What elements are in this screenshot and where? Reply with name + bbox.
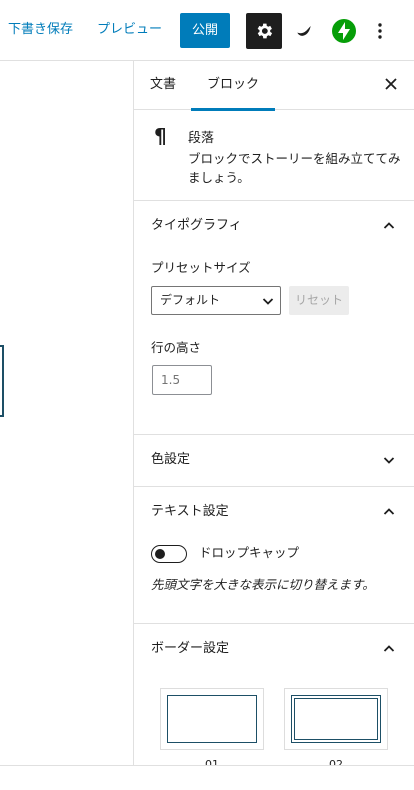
jetpack-button[interactable]	[326, 13, 362, 49]
close-sidebar-button[interactable]	[381, 75, 401, 95]
footer-divider	[0, 765, 414, 766]
sidebar-tabs: 文書 ブロック	[134, 61, 414, 111]
border-preview-double-inner	[294, 698, 378, 740]
selected-block-edge[interactable]	[0, 345, 4, 417]
editor-canvas[interactable]	[0, 61, 133, 766]
settings-button[interactable]	[246, 13, 282, 49]
typography-panel-toggle[interactable]: タイポグラフィ	[134, 201, 414, 251]
chevron-up-icon	[383, 645, 395, 652]
color-settings-title: 色設定	[151, 452, 191, 467]
bolt-icon	[332, 19, 356, 43]
border-settings-panel-toggle[interactable]: ボーダー設定	[134, 624, 414, 674]
text-settings-panel-toggle[interactable]: テキスト設定	[134, 487, 414, 537]
drop-cap-help: 先頭文字を大きな表示に切り替えます。	[151, 577, 375, 592]
border-style-option-02[interactable]	[284, 688, 388, 750]
tab-block[interactable]: ブロック	[191, 61, 276, 111]
color-settings-panel-toggle[interactable]: 色設定	[134, 435, 414, 485]
editor-toolbar: 下書き保存 プレビュー 公開	[0, 0, 414, 61]
toggle-knob	[155, 549, 165, 559]
line-height-label: 行の高さ	[151, 340, 202, 355]
gear-icon	[257, 23, 273, 39]
chevron-up-icon	[383, 508, 395, 515]
more-options-button[interactable]	[362, 13, 398, 49]
paragraph-icon: ¶	[154, 124, 167, 148]
close-icon	[385, 78, 397, 90]
vertical-ellipsis-icon	[378, 23, 382, 39]
line-height-input[interactable]	[152, 365, 212, 395]
brush-icon	[297, 26, 311, 36]
drop-cap-toggle[interactable]	[151, 545, 187, 563]
text-settings-title: テキスト設定	[151, 504, 229, 519]
preset-size-select[interactable]: デフォルト	[151, 286, 281, 315]
preview-button[interactable]: プレビュー	[97, 20, 162, 40]
save-draft-button[interactable]: 下書き保存	[8, 20, 73, 40]
tab-document[interactable]: 文書	[150, 61, 176, 110]
chevron-down-icon	[262, 298, 274, 305]
publish-button[interactable]: 公開	[180, 13, 230, 48]
typography-title: タイポグラフィ	[151, 218, 242, 233]
border-style-option-01[interactable]	[160, 688, 264, 750]
preset-size-value: デフォルト	[160, 293, 221, 307]
reset-button[interactable]: リセット	[289, 286, 349, 315]
drop-cap-label: ドロップキャップ	[199, 545, 300, 560]
block-title: 段落	[188, 131, 215, 146]
chevron-up-icon	[383, 222, 395, 229]
settings-sidebar: 文書 ブロック ¶ 段落 ブロックでストーリーを組み立ててみましょう。 タイポグ…	[133, 61, 414, 766]
theme-button[interactable]	[286, 13, 322, 49]
chevron-down-icon	[383, 457, 395, 464]
block-description: ブロックでストーリーを組み立ててみましょう。	[188, 151, 401, 185]
block-card: ¶ 段落 ブロックでストーリーを組み立ててみましょう。	[134, 110, 414, 201]
border-settings-title: ボーダー設定	[151, 641, 230, 656]
border-preview-single	[167, 695, 257, 743]
preset-size-label: プリセットサイズ	[151, 260, 251, 275]
